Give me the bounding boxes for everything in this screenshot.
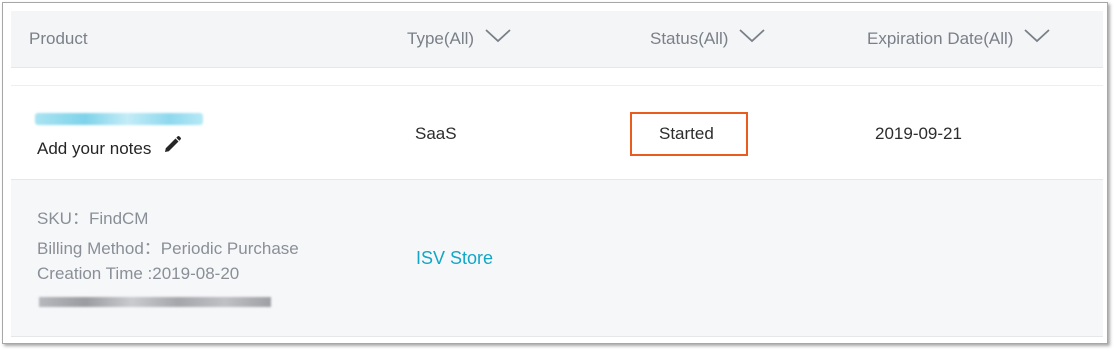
row-detail-panel: SKU：FindCM Billing Method：Periodic Purch… <box>11 179 1103 337</box>
pencil-icon[interactable] <box>162 135 182 160</box>
creation-time-text: Creation Time :2019-08-20 <box>37 264 240 283</box>
add-notes-control[interactable]: Add your notes <box>37 136 182 160</box>
chevron-down-icon[interactable] <box>485 10 511 66</box>
table-row: Add your notes SaaS Started 2019-09-21 <box>11 85 1103 180</box>
column-header-product: Product <box>29 11 88 67</box>
column-header-expiration-date[interactable]: Expiration Date(All) <box>867 11 1050 67</box>
column-header-type[interactable]: Type(All) <box>407 11 511 67</box>
table-header: Product Type(All) Status(All) Expiration… <box>11 11 1103 68</box>
column-header-label: Product <box>29 29 88 48</box>
column-header-label: Type(All) <box>407 29 475 48</box>
column-header-status[interactable]: Status(All) <box>650 11 765 67</box>
notes-label: Add your notes <box>37 139 152 158</box>
product-type: SaaS <box>415 124 457 143</box>
column-header-label: Expiration Date(All) <box>867 29 1014 48</box>
isv-store-link[interactable]: ISV Store <box>416 248 493 269</box>
expiration-date-value: 2019-09-21 <box>875 124 962 143</box>
column-header-label: Status(All) <box>650 29 729 48</box>
billing-method-text: Billing Method：Periodic Purchase <box>37 239 299 258</box>
product-table-panel: Product Type(All) Status(All) Expiration… <box>2 2 1108 344</box>
chevron-down-icon[interactable] <box>1024 10 1050 66</box>
sku-text: SKU：FindCM <box>37 209 149 228</box>
redacted-product-name <box>35 113 203 125</box>
status-value: Started <box>659 124 714 143</box>
chevron-down-icon[interactable] <box>739 10 765 66</box>
redacted-detail-line <box>39 297 271 307</box>
